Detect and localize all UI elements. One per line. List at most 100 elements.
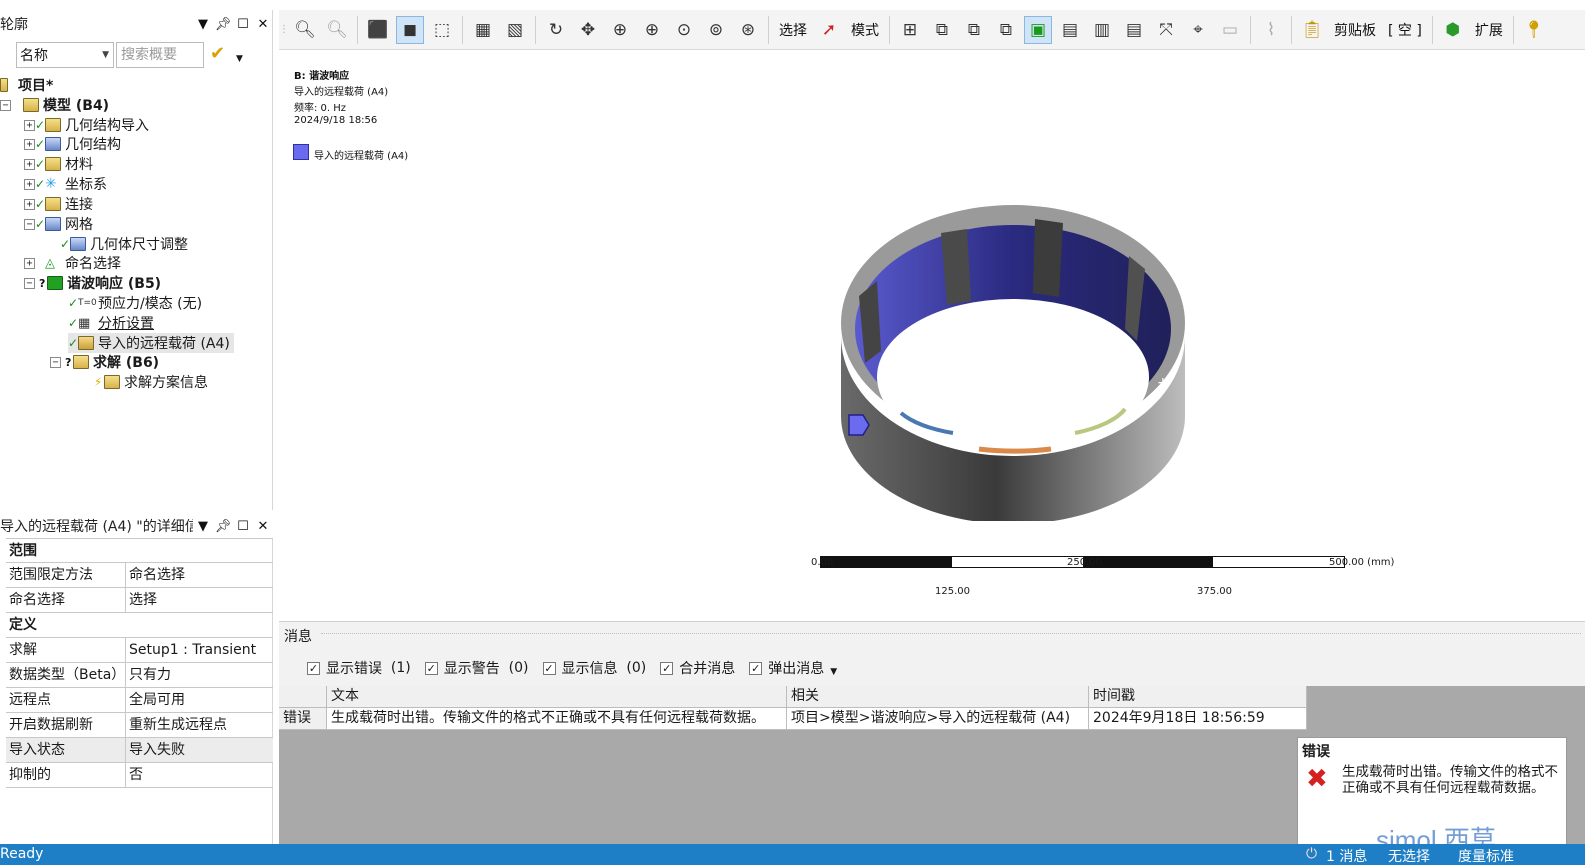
- expand-icon[interactable]: +: [24, 178, 35, 190]
- label-icon[interactable]: ▭: [1216, 16, 1244, 44]
- pin-icon[interactable]: 📌︎: [213, 17, 233, 32]
- tree-item-project[interactable]: 项目*: [0, 75, 53, 95]
- clipboard-icon[interactable]: 📋︎: [1298, 16, 1326, 44]
- details-section-definition[interactable]: 定义: [6, 613, 273, 638]
- wireframe-icon[interactable]: ⬚: [428, 16, 456, 44]
- details-value[interactable]: 选择: [126, 588, 273, 612]
- dropdown-arrow-icon[interactable]: ▼: [193, 519, 213, 534]
- details-row[interactable]: 远程点 全局可用: [6, 688, 273, 713]
- node-select-icon[interactable]: ▤: [1056, 16, 1084, 44]
- tree-item-geometry[interactable]: + ✓ 几何结构: [24, 134, 121, 154]
- details-row[interactable]: 求解 Setup1 : Transient: [6, 638, 273, 663]
- details-row[interactable]: 导入状态 导入失败: [6, 738, 273, 763]
- pin-marker-icon[interactable]: 📍︎: [1520, 16, 1548, 44]
- zoom-selection-icon[interactable]: ⊚: [702, 16, 730, 44]
- filter-check-icon[interactable]: ✔: [210, 43, 225, 64]
- graphics-viewport[interactable]: B: 谐波响应 导入的远程载荷 (A4) 频率: 0. Hz 2024/9/18…: [279, 51, 1585, 618]
- status-error-icon[interactable]: ⏻: [1306, 846, 1317, 862]
- zoom-previous-icon[interactable]: ⊛: [734, 16, 762, 44]
- dropdown-arrow-icon[interactable]: ▼: [193, 17, 213, 32]
- status-units[interactable]: 度量标准: [1458, 846, 1514, 866]
- zoom-fit-all-icon[interactable]: ⊙: [670, 16, 698, 44]
- pan-icon[interactable]: ✥: [574, 16, 602, 44]
- status-messages[interactable]: 1 消息: [1326, 846, 1367, 866]
- maximize-icon[interactable]: ☐: [233, 519, 253, 534]
- details-section-scope[interactable]: 范围: [6, 538, 273, 563]
- vertex-select-icon[interactable]: ⊞: [896, 16, 924, 44]
- clipboard-button[interactable]: 剪贴板: [1334, 20, 1376, 40]
- tree-item-geometry-import[interactable]: + ✓ 几何结构导入: [24, 115, 149, 135]
- details-value[interactable]: 否: [126, 763, 273, 787]
- tree-item-analysis-settings[interactable]: ✓ ▦ 分析设置: [68, 313, 154, 333]
- zoom-icon[interactable]: ⊕: [606, 16, 634, 44]
- extend-button[interactable]: 扩展: [1475, 20, 1503, 40]
- expand-icon[interactable]: +: [24, 198, 35, 210]
- tree-item-solution-info[interactable]: ⚡ 求解方案信息: [94, 372, 208, 392]
- message-time[interactable]: 2024年9月18日 18:56:59: [1089, 708, 1307, 730]
- edge-select-icon[interactable]: ⧉: [928, 16, 956, 44]
- show-errors-checkbox[interactable]: ✓ 显示错误 (1): [307, 658, 411, 678]
- tree-item-materials[interactable]: + ✓ 材料: [24, 154, 93, 174]
- merge-messages-checkbox[interactable]: ✓ 合并消息: [660, 658, 735, 678]
- zoom-box-icon[interactable]: ⊕: [638, 16, 666, 44]
- message-related[interactable]: 项目>模型>谐波响应>导入的远程载荷 (A4): [787, 708, 1089, 730]
- expand-icon[interactable]: +: [24, 158, 35, 170]
- show-info-checkbox[interactable]: ✓ 显示信息 (0): [542, 658, 646, 678]
- pin-icon[interactable]: 📌︎: [213, 519, 233, 534]
- element-select-icon[interactable]: ▥: [1088, 16, 1116, 44]
- select-mode-icon[interactable]: ▦: [469, 16, 497, 44]
- collapse-icon[interactable]: −: [24, 277, 35, 289]
- details-value[interactable]: 全局可用: [126, 688, 273, 712]
- details-value[interactable]: 重新生成远程点: [126, 713, 273, 737]
- rotate-icon[interactable]: ↻: [542, 16, 570, 44]
- model-ring[interactable]: +: [829, 201, 1189, 521]
- select-label[interactable]: 选择: [779, 20, 807, 40]
- details-value[interactable]: 只有力: [126, 663, 273, 687]
- maximize-icon[interactable]: ☐: [233, 17, 253, 32]
- tree-item-body-sizing[interactable]: ✓ 几何体尺寸调整: [60, 234, 188, 254]
- shaded-view-icon[interactable]: ◼: [396, 15, 424, 44]
- extension-icon[interactable]: ⬢: [1439, 16, 1467, 44]
- column-header-text[interactable]: 文本: [327, 686, 787, 708]
- column-header-related[interactable]: 相关: [787, 686, 1089, 708]
- close-icon[interactable]: ✕: [253, 519, 273, 534]
- collapse-icon[interactable]: −: [50, 356, 61, 368]
- details-row[interactable]: 范围限定方法 命名选择: [6, 563, 273, 588]
- expand-icon[interactable]: +: [24, 257, 35, 269]
- filter-dropdown[interactable]: 名称 ▼: [16, 42, 114, 68]
- tree-item-coordinate-systems[interactable]: + ✓ ✳ 坐标系: [24, 174, 107, 194]
- tree-item-named-selections[interactable]: + ◬ 命名选择: [24, 253, 121, 273]
- expand-icon[interactable]: +: [24, 138, 35, 150]
- error-popup[interactable]: 错误 ✖ 生成载荷时出错。传输文件的格式不正确或不具有任何远程载荷数据。 sim…: [1297, 737, 1567, 855]
- collapse-icon[interactable]: −: [24, 218, 35, 230]
- column-header-time[interactable]: 时间戳: [1089, 686, 1307, 708]
- details-value[interactable]: 命名选择: [126, 563, 273, 587]
- collapse-icon[interactable]: −: [0, 99, 11, 111]
- zoom-disabled-icon[interactable]: 🔍︎: [323, 16, 351, 44]
- chevron-down-icon[interactable]: ▼: [830, 667, 837, 677]
- element-face-select-icon[interactable]: ▤: [1120, 16, 1148, 44]
- tree-item-mesh[interactable]: − ✓ 网格: [24, 214, 93, 234]
- details-value[interactable]: Setup1 : Transient: [126, 638, 273, 662]
- message-text[interactable]: 生成载荷时出错。传输文件的格式不正确或不具有任何远程载荷数据。: [327, 708, 787, 730]
- search-input[interactable]: 搜索概要: [116, 42, 204, 68]
- tree-item-imported-remote-load[interactable]: ✓ 导入的远程载荷 (A4): [68, 333, 234, 353]
- tree-item-harmonic-response[interactable]: −? 谐波响应 (B5): [24, 273, 161, 293]
- close-icon[interactable]: ✕: [253, 17, 272, 32]
- chart-icon[interactable]: ⌇: [1257, 16, 1285, 44]
- show-warnings-checkbox[interactable]: ✓ 显示警告 (0): [424, 658, 529, 678]
- coordinate-icon[interactable]: ⤧: [1152, 16, 1180, 44]
- tree-item-model[interactable]: − 模型 (B4): [0, 95, 109, 115]
- tree-item-solution[interactable]: −? 求解 (B6): [50, 352, 159, 372]
- details-row[interactable]: 数据类型（Beta） 只有力: [6, 663, 273, 688]
- cursor-icon[interactable]: ➚: [815, 16, 843, 44]
- mode-button[interactable]: 模式: [851, 20, 879, 40]
- filter-options-icon[interactable]: ▼: [236, 54, 243, 64]
- popup-messages-checkbox[interactable]: ✓ 弹出消息 ▼: [749, 658, 837, 678]
- details-row[interactable]: 开启数据刷新 重新生成远程点: [6, 713, 273, 738]
- details-row[interactable]: 抑制的否: [6, 763, 273, 788]
- body-select-icon[interactable]: ⧉: [992, 16, 1020, 44]
- expand-icon[interactable]: +: [24, 119, 35, 131]
- face-select-icon[interactable]: ⧉: [960, 16, 988, 44]
- tree-item-connections[interactable]: + ✓ 连接: [24, 194, 93, 214]
